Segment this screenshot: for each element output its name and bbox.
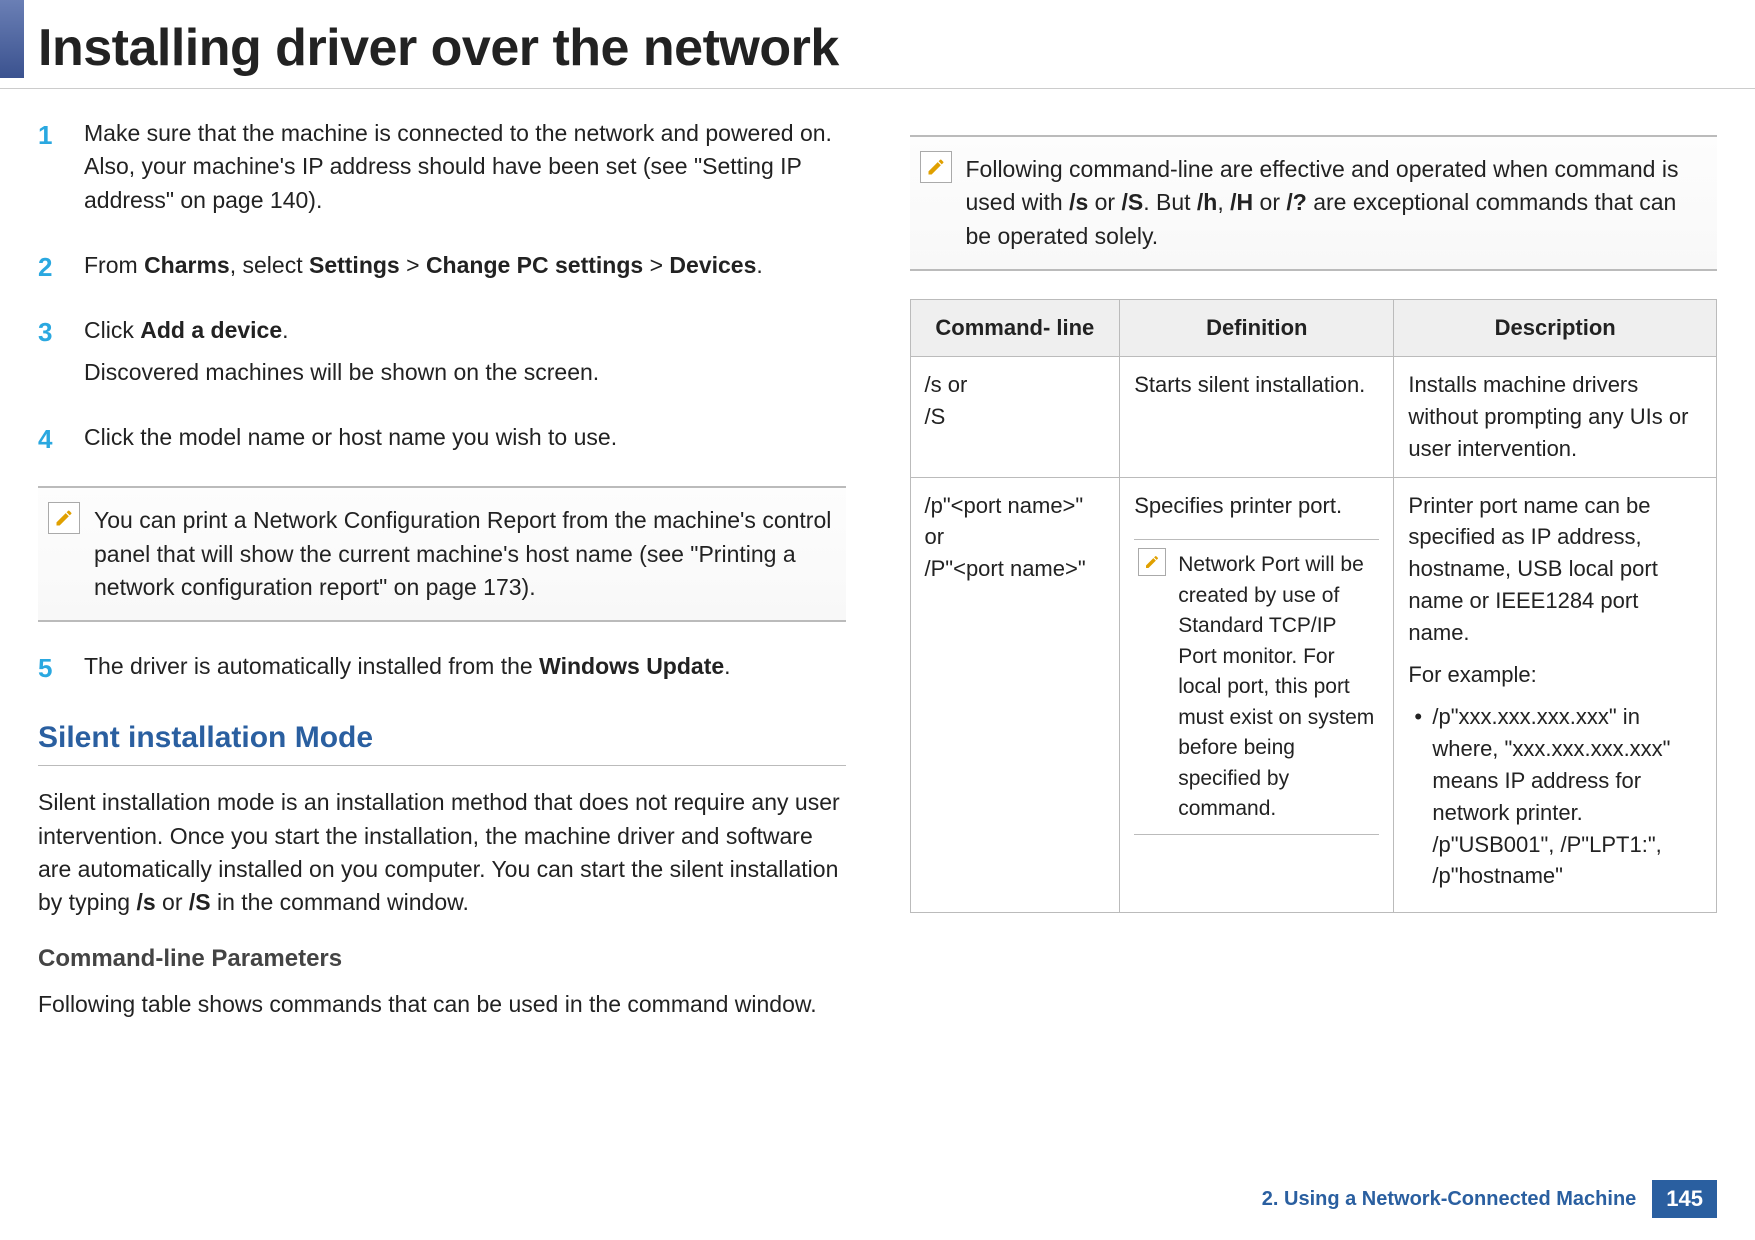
footer-page-number: 145 (1652, 1180, 1717, 1218)
step-5: 5 The driver is automatically installed … (38, 650, 846, 691)
list-item: /p"xxx.xxx.xxx.xxx" in where, "xxx.xxx.x… (1408, 701, 1702, 892)
step-body: Click the model name or host name you wi… (84, 421, 846, 462)
subsection-intro: Following table shows commands that can … (38, 988, 846, 1021)
page-header: Installing driver over the network (0, 0, 1755, 89)
step-number: 4 (38, 421, 62, 462)
step-number: 5 (38, 650, 62, 691)
cell-def: Starts silent installation. (1120, 356, 1394, 477)
page-footer: 2. Using a Network-Connected Machine 145 (1262, 1180, 1717, 1218)
cell-def: Specifies printer port. Network Port wil… (1120, 477, 1394, 913)
table-header-def: Definition (1120, 300, 1394, 357)
step-text: From Charms, select Settings > Change PC… (84, 249, 846, 282)
step-body: Make sure that the machine is connected … (84, 117, 846, 225)
cell-desc: Printer port name can be specified as IP… (1394, 477, 1717, 913)
cell-desc: Installs machine drivers without prompti… (1394, 356, 1717, 477)
step-body: From Charms, select Settings > Change PC… (84, 249, 846, 290)
inner-note-network-port: Network Port will be created by use of S… (1134, 539, 1379, 835)
section-intro: Silent installation mode is an installat… (38, 786, 846, 919)
desc-bullet-list: /p"xxx.xxx.xxx.xxx" in where, "xxx.xxx.x… (1408, 701, 1702, 892)
step-number: 1 (38, 117, 62, 225)
table-row: /p"<port name>" or /P"<port name>" Speci… (910, 477, 1717, 913)
pencil-icon (48, 502, 80, 534)
step-text: Click the model name or host name you wi… (84, 421, 846, 454)
note-box-host-name: You can print a Network Configuration Re… (38, 486, 846, 622)
desc-text: Printer port name can be specified as IP… (1408, 493, 1657, 646)
inner-note-text: Network Port will be created by use of S… (1178, 553, 1374, 820)
step-4: 4 Click the model name or host name you … (38, 421, 846, 462)
page-title: Installing driver over the network (38, 18, 1755, 78)
cmd-line: /P"<port name>" (925, 553, 1106, 585)
cmd-line: /S (925, 401, 1106, 433)
table-row: /s or /S Starts silent installation. Ins… (910, 356, 1717, 477)
step-number: 2 (38, 249, 62, 290)
step-number: 3 (38, 314, 62, 397)
table-header-desc: Description (1394, 300, 1717, 357)
cell-cmd: /s or /S (910, 356, 1120, 477)
step-text: Make sure that the machine is connected … (84, 117, 846, 217)
desc-text: Installs machine drivers without prompti… (1408, 372, 1688, 461)
table-header-row: Command- line Definition Description (910, 300, 1717, 357)
subsection-heading-cmdline: Command-line Parameters (38, 942, 846, 977)
pencil-icon (920, 151, 952, 183)
content-columns: 1 Make sure that the machine is connecte… (0, 89, 1755, 1036)
step-2: 2 From Charms, select Settings > Change … (38, 249, 846, 290)
note-text: You can print a Network Configuration Re… (94, 507, 831, 600)
footer-chapter: 2. Using a Network-Connected Machine (1262, 1188, 1637, 1211)
table-header-cmd: Command- line (910, 300, 1120, 357)
step-text: The driver is automatically installed fr… (84, 650, 846, 683)
def-text: Specifies printer port. (1134, 493, 1342, 518)
def-text: Starts silent installation. (1134, 372, 1365, 397)
step-extra: Discovered machines will be shown on the… (84, 356, 846, 389)
step-text: Click Add a device. (84, 314, 846, 347)
note-text: Following command-line are effective and… (966, 156, 1679, 249)
step-1: 1 Make sure that the machine is connecte… (38, 117, 846, 225)
left-column: 1 Make sure that the machine is connecte… (38, 117, 846, 1036)
command-line-table: Command- line Definition Description /s … (910, 299, 1718, 913)
step-3: 3 Click Add a device. Discovered machine… (38, 314, 846, 397)
desc-example-label: For example: (1408, 659, 1702, 691)
step-body: The driver is automatically installed fr… (84, 650, 846, 691)
cmd-line: /s or (925, 369, 1106, 401)
pencil-icon (1138, 548, 1166, 576)
note-box-command-line: Following command-line are effective and… (910, 135, 1718, 271)
section-heading-silent-install: Silent installation Mode (38, 716, 846, 767)
right-column: Following command-line are effective and… (910, 117, 1718, 1036)
cmd-line: /p"<port name>" or (925, 490, 1106, 554)
step-body: Click Add a device. Discovered machines … (84, 314, 846, 397)
cell-cmd: /p"<port name>" or /P"<port name>" (910, 477, 1120, 913)
